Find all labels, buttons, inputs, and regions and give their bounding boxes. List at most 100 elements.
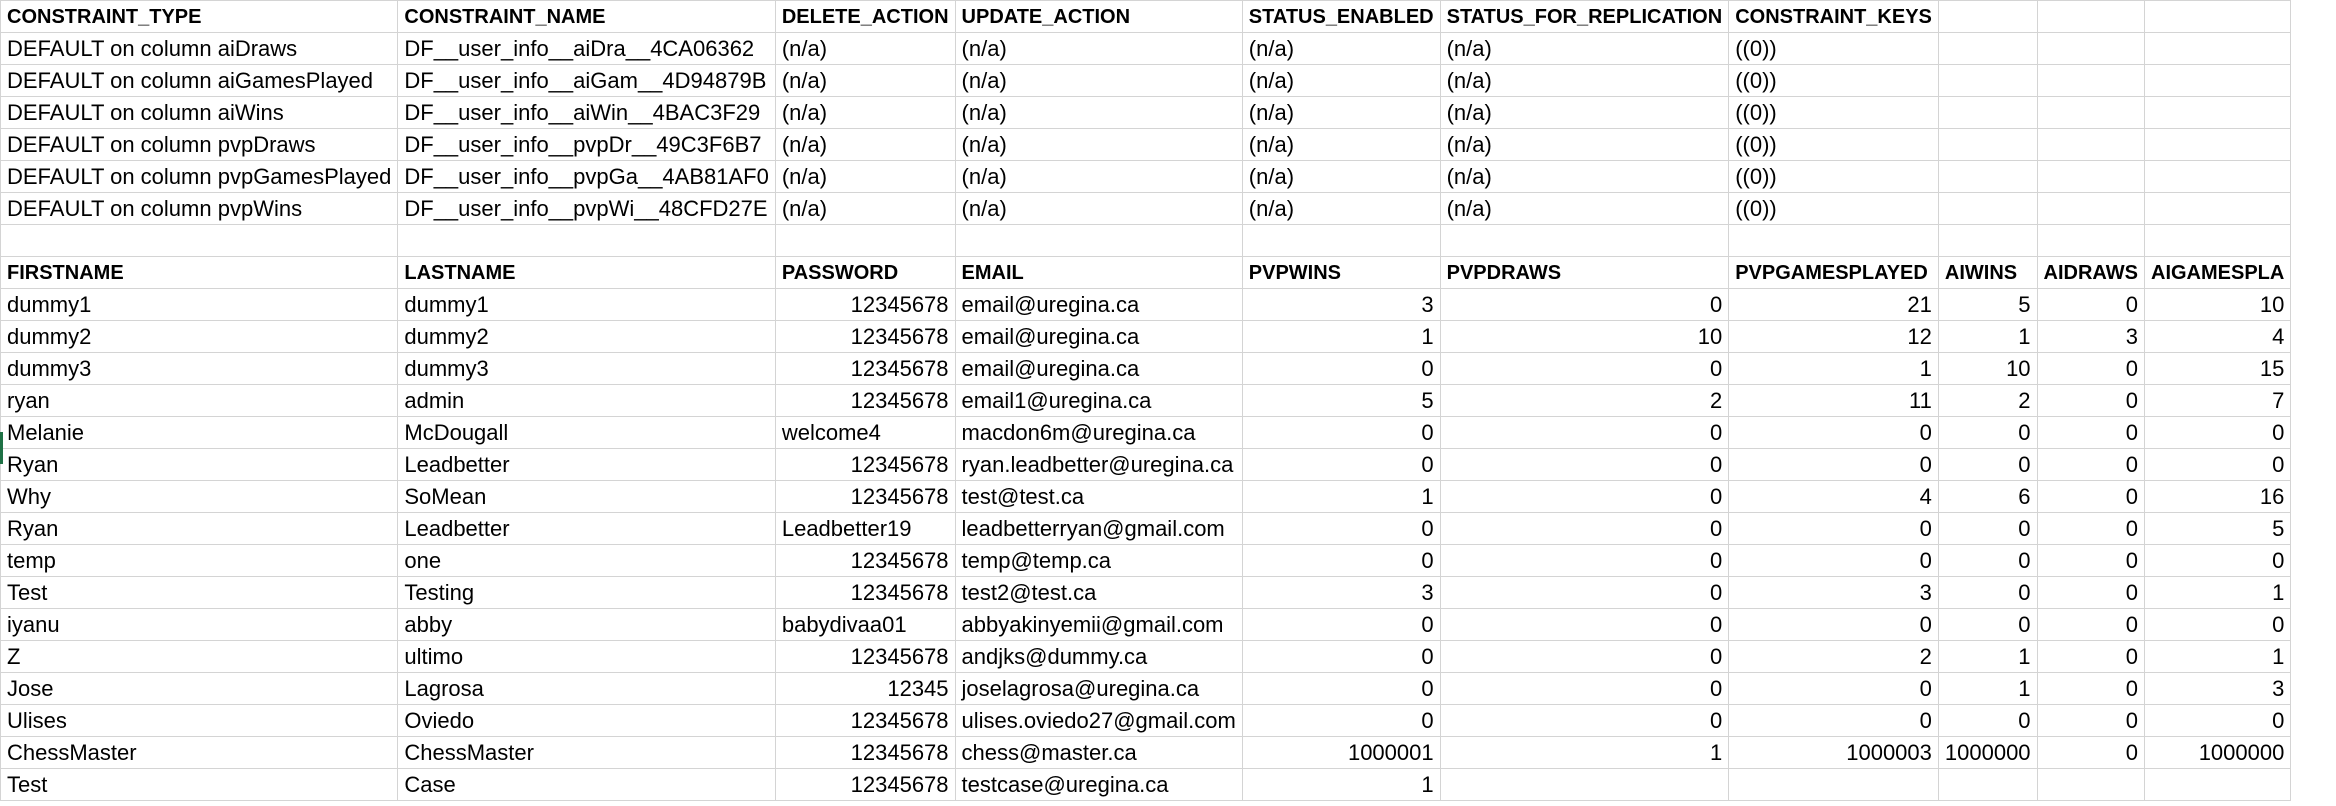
table-cell[interactable]: (n/a): [1241, 64, 1441, 97]
table-cell[interactable]: 3: [1728, 576, 1939, 609]
table-cell[interactable]: 1000000: [1937, 736, 2038, 769]
table-cell[interactable]: 3: [2036, 320, 2146, 353]
table-cell[interactable]: 0: [2143, 448, 2292, 481]
table-cell[interactable]: (n/a): [774, 32, 956, 65]
table-cell[interactable]: 0: [1439, 640, 1730, 673]
table-cell[interactable]: 1000000: [2143, 736, 2292, 769]
table-cell[interactable]: ((0)): [1728, 192, 1939, 225]
table-cell[interactable]: email1@uregina.ca: [954, 384, 1243, 417]
table-cell[interactable]: 12: [1728, 320, 1939, 353]
empty-cell[interactable]: [1241, 224, 1441, 257]
column-header-cell[interactable]: AIGAMESPLA: [2143, 256, 2292, 289]
table-cell[interactable]: 12345678: [774, 736, 956, 769]
table-cell[interactable]: Z: [0, 640, 399, 673]
table-cell[interactable]: [1937, 96, 2038, 129]
table-cell[interactable]: 12345678: [774, 768, 956, 801]
table-cell[interactable]: 0: [1439, 576, 1730, 609]
table-cell[interactable]: ultimo: [397, 640, 776, 673]
table-cell[interactable]: DF__user_info__aiWin__4BAC3F29: [397, 96, 776, 129]
table-cell[interactable]: 0: [2143, 608, 2292, 641]
table-cell[interactable]: Leadbetter: [397, 448, 776, 481]
table-cell[interactable]: 0: [1439, 288, 1730, 321]
table-cell[interactable]: 1000003: [1728, 736, 1939, 769]
table-cell[interactable]: DEFAULT on column aiWins: [0, 96, 399, 129]
table-cell[interactable]: 0: [1241, 608, 1441, 641]
table-cell[interactable]: Testing: [397, 576, 776, 609]
table-cell[interactable]: 1: [2143, 576, 2292, 609]
table-cell[interactable]: 0: [2143, 416, 2292, 449]
table-cell[interactable]: 0: [1439, 448, 1730, 481]
table-cell[interactable]: 0: [1439, 352, 1730, 385]
table-cell[interactable]: 0: [2036, 352, 2146, 385]
table-cell[interactable]: (n/a): [954, 128, 1243, 161]
table-cell[interactable]: 15: [2143, 352, 2292, 385]
table-cell[interactable]: 0: [1728, 672, 1939, 705]
table-cell[interactable]: 12345678: [774, 544, 956, 577]
table-cell[interactable]: 0: [1937, 512, 2038, 545]
table-cell[interactable]: 1: [1937, 320, 2038, 353]
column-header-cell[interactable]: STATUS_ENABLED: [1241, 0, 1441, 33]
table-cell[interactable]: 0: [1728, 512, 1939, 545]
table-cell[interactable]: Leadbetter: [397, 512, 776, 545]
table-cell[interactable]: 1000001: [1241, 736, 1441, 769]
table-cell[interactable]: (n/a): [1241, 160, 1441, 193]
table-cell[interactable]: 3: [1241, 288, 1441, 321]
table-cell[interactable]: ulises.oviedo27@gmail.com: [954, 704, 1243, 737]
table-cell[interactable]: email@uregina.ca: [954, 320, 1243, 353]
table-cell[interactable]: 12345: [774, 672, 956, 705]
table-cell[interactable]: 0: [1241, 448, 1441, 481]
table-cell[interactable]: 1: [1241, 480, 1441, 513]
table-cell[interactable]: McDougall: [397, 416, 776, 449]
column-header-cell[interactable]: [2036, 0, 2146, 33]
table-cell[interactable]: [1937, 128, 2038, 161]
column-header-cell[interactable]: PVPGAMESPLAYED: [1728, 256, 1939, 289]
table-cell[interactable]: [1937, 64, 2038, 97]
table-cell[interactable]: 0: [2036, 480, 2146, 513]
table-cell[interactable]: DEFAULT on column pvpWins: [0, 192, 399, 225]
table-cell[interactable]: temp: [0, 544, 399, 577]
table-cell[interactable]: temp@temp.ca: [954, 544, 1243, 577]
table-cell[interactable]: 2: [1937, 384, 2038, 417]
table-cell[interactable]: 0: [2036, 672, 2146, 705]
table-cell[interactable]: 0: [2036, 512, 2146, 545]
table-cell[interactable]: 0: [1728, 608, 1939, 641]
table-cell[interactable]: 0: [2036, 576, 2146, 609]
table-cell[interactable]: Why: [0, 480, 399, 513]
table-cell[interactable]: (n/a): [774, 96, 956, 129]
table-cell[interactable]: admin: [397, 384, 776, 417]
table-cell[interactable]: (n/a): [774, 160, 956, 193]
table-cell[interactable]: Test: [0, 768, 399, 801]
column-header-cell[interactable]: CONSTRAINT_KEYS: [1728, 0, 1939, 33]
table-cell[interactable]: 0: [1728, 416, 1939, 449]
table-cell[interactable]: 10: [1439, 320, 1730, 353]
table-cell[interactable]: 5: [1241, 384, 1441, 417]
table-cell[interactable]: (n/a): [774, 192, 956, 225]
table-cell[interactable]: [1937, 160, 2038, 193]
table-cell[interactable]: (n/a): [954, 64, 1243, 97]
empty-cell[interactable]: [397, 224, 776, 257]
table-cell[interactable]: Ryan: [0, 448, 399, 481]
table-cell[interactable]: 12345678: [774, 640, 956, 673]
table-cell[interactable]: 0: [1439, 480, 1730, 513]
table-cell[interactable]: 4: [1728, 480, 1939, 513]
column-header-cell[interactable]: STATUS_FOR_REPLICATION: [1439, 0, 1730, 33]
table-cell[interactable]: (n/a): [1439, 32, 1730, 65]
table-cell[interactable]: [2143, 768, 2292, 801]
table-cell[interactable]: DEFAULT on column pvpGamesPlayed: [0, 160, 399, 193]
table-cell[interactable]: 12345678: [774, 448, 956, 481]
table-cell[interactable]: [2036, 64, 2146, 97]
table-cell[interactable]: iyanu: [0, 608, 399, 641]
table-cell[interactable]: (n/a): [1439, 192, 1730, 225]
table-cell[interactable]: 0: [1439, 544, 1730, 577]
table-cell[interactable]: (n/a): [1241, 96, 1441, 129]
table-cell[interactable]: Leadbetter19: [774, 512, 956, 545]
table-cell[interactable]: 0: [2036, 384, 2146, 417]
table-cell[interactable]: dummy2: [0, 320, 399, 353]
table-cell[interactable]: 0: [1937, 544, 2038, 577]
empty-cell[interactable]: [954, 224, 1243, 257]
table-cell[interactable]: 0: [1937, 416, 2038, 449]
table-cell[interactable]: Jose: [0, 672, 399, 705]
table-cell[interactable]: 0: [1241, 352, 1441, 385]
table-cell[interactable]: 0: [2143, 544, 2292, 577]
table-cell[interactable]: 0: [2036, 736, 2146, 769]
